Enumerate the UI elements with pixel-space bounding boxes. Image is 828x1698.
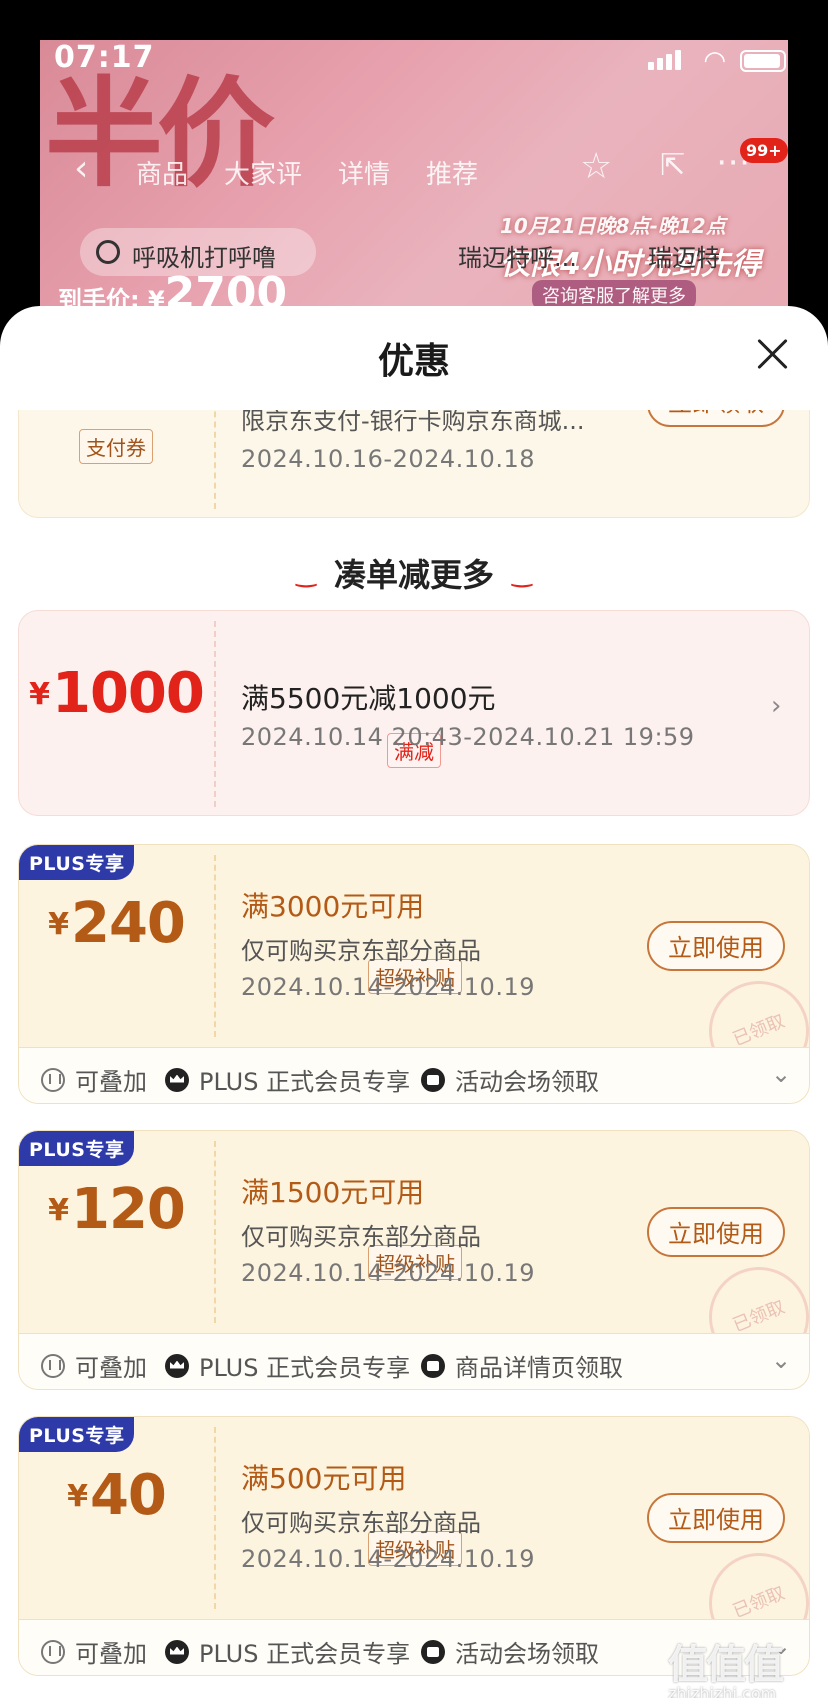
feature-source: 活动会场领取 (421, 1062, 599, 1097)
coupon-features[interactable]: 可叠加 PLUS 正式会员专享 活动会场领取 ⌄ (19, 1047, 809, 1103)
signal-icon (648, 50, 684, 70)
use-now-button[interactable]: 立即使用 (647, 1207, 785, 1257)
use-now-button[interactable]: 立即使用 (647, 921, 785, 971)
feature-plus-only: PLUS 正式会员专享 (165, 1348, 410, 1383)
status-bar: 07:17 ◠ (40, 38, 788, 84)
status-time: 07:17 (54, 40, 155, 75)
divider (214, 410, 216, 509)
coupon-condition: 满5500元减1000元 (241, 682, 496, 715)
coupon-main: ¥240 超级补贴 满3000元可用 仅可购买京东部分商品 2024.10.14… (19, 845, 809, 1097)
discount-sheet: 优惠 支付券 限京东支付-银行卡购京东商城... 2024.10.16-2024… (0, 306, 828, 1698)
chevron-down-icon[interactable]: ⌄ (771, 1060, 791, 1088)
divider (214, 1427, 216, 1609)
coupon-date: 2024.10.14-2024.10.19 (241, 973, 535, 1001)
coupon-amount: ¥240 (48, 891, 186, 956)
section-title: ‿ 凑单减更多 ‿ (296, 556, 532, 594)
coupon-features[interactable]: 可叠加 PLUS 正式会员专享 商品详情页领取 ⌄ (19, 1333, 809, 1389)
pay-coupon-card: 支付券 限京东支付-银行卡购京东商城... 2024.10.16-2024.10… (18, 410, 810, 518)
battery-icon (740, 50, 786, 72)
ticket-icon (421, 1353, 445, 1378)
search-input[interactable]: 呼吸机打呼噜 (80, 228, 316, 276)
ticket-icon (421, 1639, 445, 1664)
coupon-condition: 满500元可用 (241, 1462, 407, 1495)
chevron-down-icon[interactable]: ⌄ (771, 1346, 791, 1374)
plus-badge: PLUS专享 (19, 1417, 135, 1452)
coupon-condition: 满3000元可用 (241, 890, 425, 923)
divider (214, 621, 216, 807)
search-hint[interactable]: 瑞迈特 (648, 238, 720, 273)
coupon-desc: 仅可购买京东部分商品 (241, 1509, 481, 1537)
coupon-date: 2024.10.14-2024.10.19 (241, 1545, 535, 1573)
sheet-title: 优惠 (377, 341, 450, 382)
feature-stackable: 可叠加 (41, 1062, 147, 1097)
coupon-desc: 仅可购买京东部分商品 (241, 937, 481, 965)
plus-badge: PLUS专享 (19, 845, 135, 880)
feature-source: 活动会场领取 (421, 1634, 599, 1669)
plus-badge: PLUS专享 (19, 1131, 135, 1166)
tab-recommend[interactable]: 推荐 (426, 154, 478, 191)
coupon-condition: 满1500元可用 (241, 1176, 425, 1209)
divider (214, 1141, 216, 1323)
feature-stackable: 可叠加 (41, 1634, 147, 1669)
ticket-icon (421, 1067, 445, 1092)
coupon-list[interactable]: 支付券 限京东支付-银行卡购京东商城... 2024.10.16-2024.10… (0, 410, 828, 1698)
coupon-type-tag: 支付券 (79, 429, 153, 464)
stack-icon (41, 1067, 65, 1092)
smile-icon: ‿ (296, 560, 316, 588)
divider (214, 855, 216, 1037)
crown-icon (165, 1067, 189, 1092)
search-hint[interactable]: 瑞迈特呼... (458, 238, 577, 273)
search-icon (96, 240, 120, 264)
claim-button[interactable]: 立即领取 (647, 410, 785, 427)
use-now-button[interactable]: 立即使用 (647, 1493, 785, 1543)
smile-icon: ‿ (512, 560, 532, 588)
site-watermark: 值值值 zhizhizhi.com (668, 1642, 784, 1698)
coupon-desc: 限京东支付-银行卡购京东商城... (241, 410, 585, 435)
stack-icon (41, 1639, 65, 1664)
coupon-amount: ¥40 (67, 1463, 167, 1528)
feature-plus-only: PLUS 正式会员专享 (165, 1634, 410, 1669)
search-placeholder: 呼吸机打呼噜 (132, 244, 276, 272)
feature-plus-only: PLUS 正式会员专享 (165, 1062, 410, 1097)
full-reduction-card[interactable]: ¥1000 满减 满5500元减1000元 2024.10.14 20:43-2… (18, 610, 810, 816)
wifi-icon: ◠ (703, 46, 726, 76)
chevron-right-icon: › (771, 691, 782, 721)
coupon-date: 2024.10.16-2024.10.18 (241, 445, 535, 473)
coupon-amount: ¥1000 (29, 661, 205, 726)
tab-details[interactable]: 详情 (338, 154, 390, 191)
feature-stackable: 可叠加 (41, 1348, 147, 1383)
phone-screen: 半价 到手价: ¥2700 10月21日晚8点-晚12点 仅限4小时先到先得 咨… (0, 0, 828, 1698)
coupon-desc: 仅可购买京东部分商品 (241, 1223, 481, 1251)
plus-coupon-card: ¥120 超级补贴 满1500元可用 仅可购买京东部分商品 2024.10.14… (18, 1130, 810, 1390)
stack-icon (41, 1353, 65, 1378)
feature-source: 商品详情页领取 (421, 1348, 623, 1383)
product-navbar: ‹ 商品 大家评 详情 推荐 ☆ ⇱ ⋯ 99+ (40, 138, 788, 200)
coupon-main: ¥40 超级补贴 满500元可用 仅可购买京东部分商品 2024.10.14-2… (19, 1417, 809, 1669)
coupon-amount: ¥120 (48, 1177, 186, 1242)
tab-goods[interactable]: 商品 (136, 154, 188, 191)
plus-coupon-card: ¥240 超级补贴 满3000元可用 仅可购买京东部分商品 2024.10.14… (18, 844, 810, 1104)
share-icon[interactable]: ⇱ (660, 148, 685, 183)
back-icon[interactable]: ‹ (74, 148, 88, 189)
tab-reviews[interactable]: 大家评 (224, 154, 302, 191)
crown-icon (165, 1353, 189, 1378)
crown-icon (165, 1639, 189, 1664)
message-badge: 99+ (740, 138, 788, 163)
nav-tabs: 商品 大家评 详情 推荐 (136, 154, 478, 191)
favorite-icon[interactable]: ☆ (580, 146, 612, 187)
coupon-date: 2024.10.14-2024.10.19 (241, 1259, 535, 1287)
close-icon[interactable] (756, 338, 788, 370)
coupon-main: ¥120 超级补贴 满1500元可用 仅可购买京东部分商品 2024.10.14… (19, 1131, 809, 1383)
coupon-date: 2024.10.14 20:43-2024.10.21 19:59 (241, 723, 695, 751)
